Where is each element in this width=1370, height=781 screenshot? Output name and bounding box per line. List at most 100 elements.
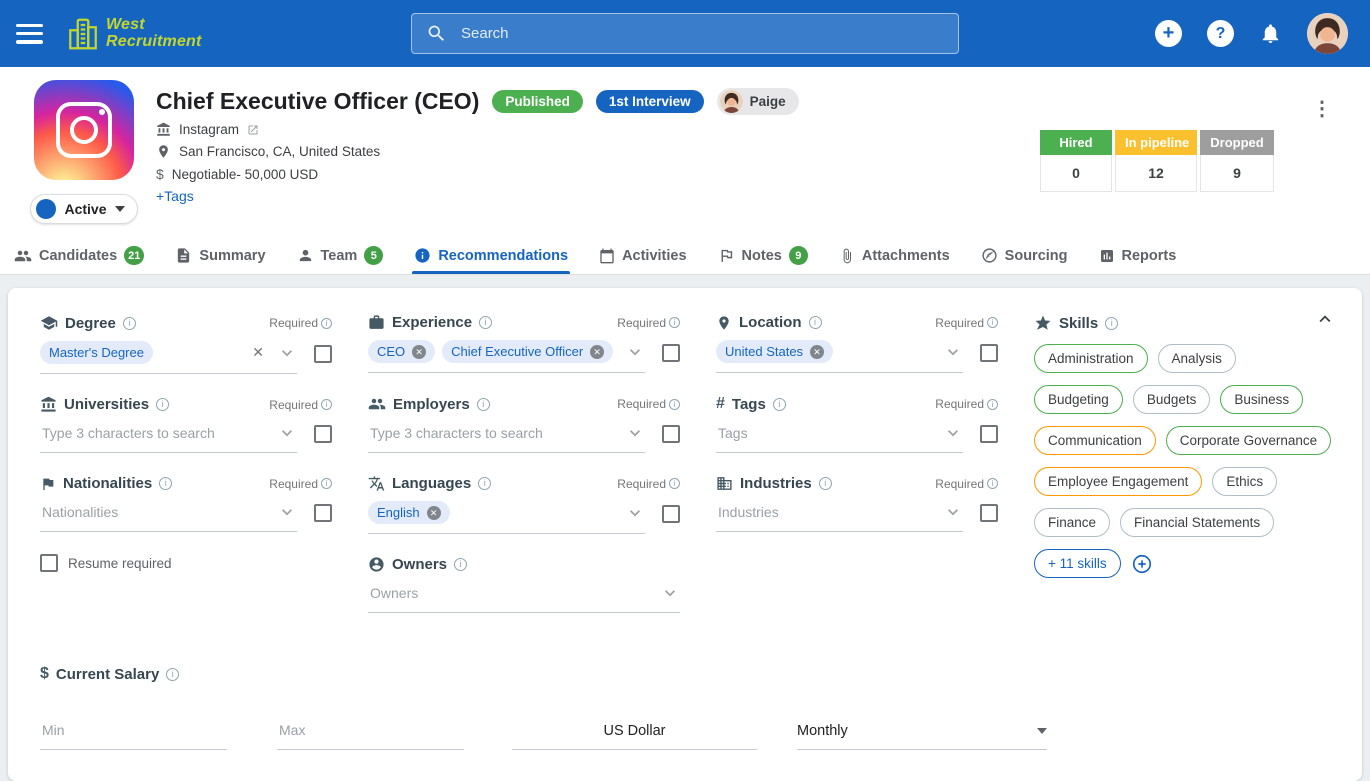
info-icon[interactable]: [808, 316, 822, 329]
tags-required-checkbox[interactable]: [980, 425, 998, 443]
stat-dropped[interactable]: Dropped 9: [1200, 130, 1274, 192]
location-input[interactable]: United States: [716, 333, 963, 373]
skill-chip[interactable]: Analysis: [1157, 344, 1236, 373]
info-icon[interactable]: [987, 478, 998, 489]
stat-in-pipeline[interactable]: In pipeline 12: [1115, 130, 1197, 192]
tab-team[interactable]: Team 5: [297, 237, 384, 274]
resume-required-checkbox[interactable]: [40, 554, 58, 572]
info-icon[interactable]: [669, 317, 680, 328]
salary-max-input[interactable]: [277, 721, 464, 739]
clear-icon[interactable]: [252, 344, 264, 361]
skill-chip[interactable]: Business: [1220, 385, 1304, 414]
experience-chip[interactable]: Chief Executive Officer: [442, 340, 614, 363]
add-icon[interactable]: [1155, 20, 1182, 47]
add-skill-plus-icon[interactable]: [1131, 553, 1153, 575]
salary-min-input[interactable]: [40, 721, 227, 739]
skill-chip[interactable]: Communication: [1034, 426, 1156, 455]
collapse-chevron-up-icon[interactable]: [1312, 306, 1338, 332]
info-icon[interactable]: [454, 558, 468, 571]
info-icon[interactable]: [476, 397, 490, 411]
experience-chip[interactable]: CEO: [368, 340, 436, 363]
employers-required-checkbox[interactable]: [662, 425, 680, 443]
chevron-down-icon[interactable]: [277, 502, 297, 522]
tab-sourcing[interactable]: Sourcing: [981, 237, 1068, 274]
chevron-down-icon[interactable]: [943, 342, 963, 362]
tab-notes[interactable]: Notes 9: [718, 237, 808, 274]
chevron-down-icon[interactable]: [625, 503, 645, 523]
help-icon[interactable]: [1207, 20, 1234, 47]
owner-badge[interactable]: Paige: [716, 88, 799, 115]
universities-input[interactable]: [40, 423, 270, 442]
languages-required-checkbox[interactable]: [662, 505, 680, 523]
info-icon[interactable]: [321, 399, 332, 410]
remove-chip-icon[interactable]: [590, 344, 605, 359]
degree-input[interactable]: Master's Degree: [40, 334, 297, 374]
industries-required-checkbox[interactable]: [980, 504, 998, 522]
nationalities-input[interactable]: [40, 502, 270, 521]
skill-chip[interactable]: Corporate Governance: [1165, 426, 1332, 455]
info-icon[interactable]: [156, 398, 170, 411]
location-chip[interactable]: United States: [716, 340, 834, 363]
remove-chip-icon[interactable]: [810, 344, 825, 359]
info-icon[interactable]: [818, 477, 832, 490]
tab-summary[interactable]: Summary: [175, 237, 266, 274]
skill-chip[interactable]: Employee Engagement: [1034, 467, 1203, 496]
info-icon[interactable]: [479, 316, 493, 329]
more-options-icon[interactable]: [1308, 95, 1336, 123]
tab-candidates[interactable]: Candidates 21: [14, 237, 145, 274]
chevron-down-icon[interactable]: [660, 583, 680, 603]
tab-activities[interactable]: Activities: [599, 237, 687, 274]
languages-input[interactable]: English: [368, 494, 645, 534]
more-skills-chip[interactable]: + 11 skills: [1034, 549, 1121, 578]
global-search[interactable]: [411, 13, 959, 54]
tab-recommendations[interactable]: Recommendations: [412, 237, 570, 274]
degree-required-checkbox[interactable]: [314, 345, 332, 363]
skill-chip[interactable]: Budgeting: [1034, 385, 1123, 414]
job-status-dropdown[interactable]: Active: [30, 194, 138, 224]
info-icon[interactable]: [987, 398, 998, 410]
chevron-down-icon[interactable]: [625, 342, 645, 362]
chevron-down-icon[interactable]: [943, 502, 963, 522]
info-icon[interactable]: [772, 397, 786, 411]
info-icon[interactable]: [321, 317, 332, 329]
external-link-icon[interactable]: [247, 124, 259, 136]
company-name[interactable]: Instagram: [179, 122, 239, 137]
skill-chip[interactable]: Financial Statements: [1120, 508, 1275, 537]
universities-required-checkbox[interactable]: [314, 425, 332, 443]
chevron-down-icon[interactable]: [625, 423, 645, 443]
published-badge[interactable]: Published: [492, 90, 583, 113]
remove-chip-icon[interactable]: [412, 344, 427, 359]
experience-input[interactable]: CEO Chief Executive Officer: [368, 333, 645, 373]
period-select[interactable]: Monthly: [797, 717, 1047, 750]
stage-badge[interactable]: 1st Interview: [595, 90, 704, 113]
info-icon[interactable]: [166, 667, 180, 681]
notifications-bell-icon[interactable]: [1259, 22, 1282, 45]
info-icon[interactable]: [122, 316, 136, 330]
location-required-checkbox[interactable]: [980, 344, 998, 362]
tags-input[interactable]: [716, 423, 936, 442]
info-icon[interactable]: [987, 317, 998, 328]
skill-chip[interactable]: Budgets: [1132, 385, 1211, 414]
degree-chip[interactable]: Master's Degree: [40, 341, 153, 364]
experience-required-checkbox[interactable]: [662, 344, 680, 362]
currency-select[interactable]: US Dollar: [512, 717, 757, 750]
skill-chip[interactable]: Ethics: [1212, 467, 1278, 496]
app-logo[interactable]: West Recruitment: [65, 16, 202, 52]
info-icon[interactable]: [478, 477, 492, 490]
info-icon[interactable]: [669, 478, 680, 489]
info-icon[interactable]: [669, 398, 680, 410]
tab-reports[interactable]: Reports: [1099, 237, 1176, 274]
chevron-down-icon[interactable]: [943, 423, 963, 443]
industries-input[interactable]: [716, 502, 936, 521]
search-input[interactable]: [459, 24, 944, 43]
skill-chip[interactable]: Administration: [1034, 344, 1148, 373]
info-icon[interactable]: [321, 478, 332, 489]
skill-chip[interactable]: Finance: [1034, 508, 1111, 537]
stat-hired[interactable]: Hired 0: [1040, 130, 1112, 192]
user-avatar[interactable]: [1307, 13, 1348, 54]
info-icon[interactable]: [159, 477, 173, 490]
add-tags-link[interactable]: +Tags: [156, 188, 194, 204]
chevron-down-icon[interactable]: [277, 423, 297, 443]
tab-attachments[interactable]: Attachments: [839, 237, 950, 274]
remove-chip-icon[interactable]: [426, 505, 441, 520]
